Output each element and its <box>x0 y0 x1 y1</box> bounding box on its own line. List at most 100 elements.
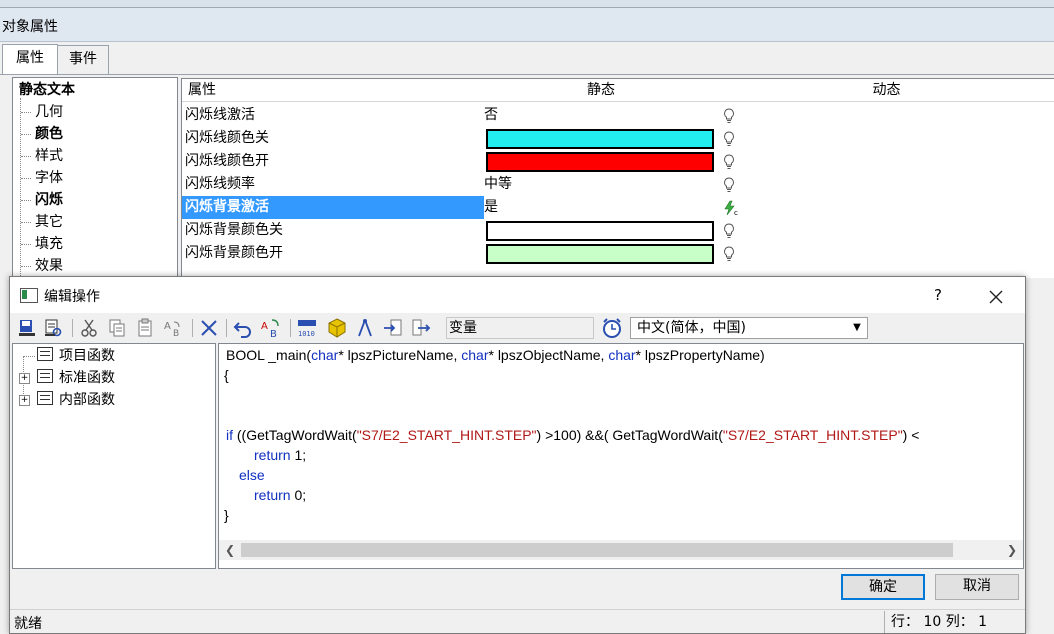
tree-item-effects[interactable]: 效果 <box>21 256 63 276</box>
function-folder-icon <box>37 369 53 383</box>
tree-item-label: 项目函数 <box>59 348 115 364</box>
compile-icon[interactable] <box>42 317 64 339</box>
expand-icon[interactable]: + <box>19 373 30 384</box>
property-name: 闪烁背景颜色关 <box>185 222 283 238</box>
property-name: 闪烁背景激活 <box>182 196 484 219</box>
help-button[interactable]: ? <box>920 281 956 309</box>
expand-icon[interactable]: + <box>19 395 30 406</box>
close-button[interactable] <box>976 281 1016 309</box>
property-name: 闪烁线颜色关 <box>185 130 269 146</box>
format-code-icon[interactable]: AB <box>162 317 184 339</box>
tab-properties[interactable]: 属性 <box>2 44 58 75</box>
status-bar: 就绪 行： 10 列： 1 <box>10 609 1025 633</box>
table-row[interactable]: 闪烁线激活 否 <box>182 104 1054 127</box>
dialog-toolbar: AB AB 1010 变量 中文(简体，中国) ▼ <box>10 313 1025 343</box>
save-icon[interactable] <box>16 317 38 339</box>
lightbulb-icon[interactable] <box>723 177 735 193</box>
color-swatch[interactable] <box>486 152 714 172</box>
copy-icon[interactable] <box>106 317 128 339</box>
function-folder-icon <box>37 347 53 361</box>
tree-item-geometry[interactable]: 几何 <box>21 102 63 122</box>
code-editor[interactable]: BOOL _main(char* lpszPictureName, char* … <box>218 343 1024 569</box>
scroll-right-icon[interactable]: ❯ <box>1003 542 1021 558</box>
status-text: 就绪 <box>14 616 42 632</box>
paste-icon[interactable] <box>134 317 156 339</box>
table-row[interactable]: 闪烁线频率 中等 <box>182 173 1054 196</box>
property-name: 闪烁线激活 <box>185 107 255 123</box>
tree-root-static-text[interactable]: 静态文本 <box>19 80 75 100</box>
svg-text:c: c <box>734 209 738 216</box>
object-properties-title: 对象属性 <box>2 19 58 35</box>
delete-icon[interactable] <box>198 317 220 339</box>
tree-item-flashing[interactable]: 闪烁 <box>21 190 63 210</box>
tag-selection-icon[interactable]: 1010 <box>296 317 318 339</box>
tree-item-style[interactable]: 样式 <box>21 146 63 166</box>
color-swatch[interactable] <box>486 129 714 149</box>
replace-icon[interactable]: AB <box>260 317 282 339</box>
table-row-selected[interactable]: 闪烁背景激活 是 c <box>182 196 1054 219</box>
code-line: BOOL _main(char* lpszPictureName, char* … <box>226 347 765 363</box>
tree-connector-line <box>20 98 21 276</box>
cut-icon[interactable] <box>78 317 100 339</box>
property-name: 闪烁线颜色开 <box>185 153 269 169</box>
property-static-value[interactable]: 是 <box>484 196 718 219</box>
tree-connector-line <box>23 356 35 357</box>
horizontal-scrollbar[interactable]: ❮ ❯ <box>219 540 1023 560</box>
lightbulb-icon[interactable] <box>723 246 735 262</box>
table-row[interactable]: 闪烁背景颜色开 <box>182 242 1054 265</box>
close-icon <box>989 290 1003 303</box>
code-line: } <box>224 507 229 523</box>
color-swatch[interactable] <box>486 244 714 264</box>
column-header-static[interactable]: 静态 <box>484 79 719 102</box>
tree-item-label: 内部函数 <box>59 392 115 408</box>
cancel-button[interactable]: 取消 <box>935 574 1019 600</box>
svg-text:A: A <box>261 321 268 332</box>
window-top-strip <box>0 0 1054 8</box>
ok-button[interactable]: 确定 <box>841 574 925 600</box>
property-category-tree: 静态文本 几何 颜色 样式 字体 闪烁 其它 填充 效果 <box>12 77 178 277</box>
tree-item-other[interactable]: 其它 <box>21 212 63 232</box>
undo-icon[interactable] <box>232 317 254 339</box>
tab-divider <box>0 74 1054 75</box>
table-row[interactable]: 闪烁背景颜色关 <box>182 219 1054 242</box>
code-line: else <box>239 467 265 483</box>
lightbulb-icon[interactable] <box>723 108 735 124</box>
trigger-clock-icon[interactable] <box>600 316 624 340</box>
lightbulb-icon[interactable] <box>723 131 735 147</box>
lightbulb-icon[interactable] <box>723 223 735 239</box>
color-swatch[interactable] <box>486 221 714 241</box>
code-line: return 0; <box>254 487 307 503</box>
object-browser-icon[interactable] <box>326 317 348 339</box>
tree-item-project-functions[interactable]: 项目函数 <box>37 345 115 367</box>
properties-tab-strip: 属性 事件 <box>0 42 1054 75</box>
dialog-title-bar: 编辑操作 ? <box>10 277 1025 313</box>
lightning-icon[interactable]: c <box>723 200 739 216</box>
cursor-position: 行： 10 列： 1 <box>884 611 1022 633</box>
svg-text:A: A <box>164 321 171 332</box>
tree-item-color[interactable]: 颜色 <box>21 124 63 144</box>
table-row[interactable]: 闪烁线颜色开 <box>182 150 1054 173</box>
column-header-dynamic[interactable]: 动态 <box>718 79 1054 102</box>
import-action-icon[interactable] <box>410 317 432 339</box>
tab-events[interactable]: 事件 <box>57 45 109 74</box>
tree-item-fill[interactable]: 填充 <box>21 234 63 254</box>
language-select-value: 中文(简体，中国) <box>637 320 746 336</box>
lightbulb-icon[interactable] <box>723 154 735 170</box>
picture-selection-icon[interactable] <box>382 317 404 339</box>
code-line: if ((GetTagWordWait("S7/E2_START_HINT.ST… <box>226 427 920 443</box>
language-select[interactable]: 中文(简体，中国) ▼ <box>630 317 868 339</box>
table-row[interactable]: 闪烁线颜色关 <box>182 127 1054 150</box>
tree-item-internal-functions[interactable]: 内部函数 <box>37 389 115 411</box>
tree-item-standard-functions[interactable]: 标准函数 <box>37 367 115 389</box>
column-header-property[interactable]: 属性 <box>182 79 491 102</box>
scroll-left-icon[interactable]: ❮ <box>221 542 239 558</box>
property-static-value[interactable]: 中等 <box>484 173 718 196</box>
variable-trigger-field[interactable]: 变量 <box>446 317 594 339</box>
property-name: 闪烁背景颜色开 <box>185 245 283 261</box>
toolbar-separator <box>290 319 292 337</box>
scrollbar-thumb[interactable] <box>241 543 953 557</box>
property-picker-icon[interactable] <box>354 317 376 339</box>
tree-item-font[interactable]: 字体 <box>21 168 63 188</box>
svg-text:B: B <box>270 329 277 339</box>
property-static-value[interactable]: 否 <box>484 104 718 127</box>
